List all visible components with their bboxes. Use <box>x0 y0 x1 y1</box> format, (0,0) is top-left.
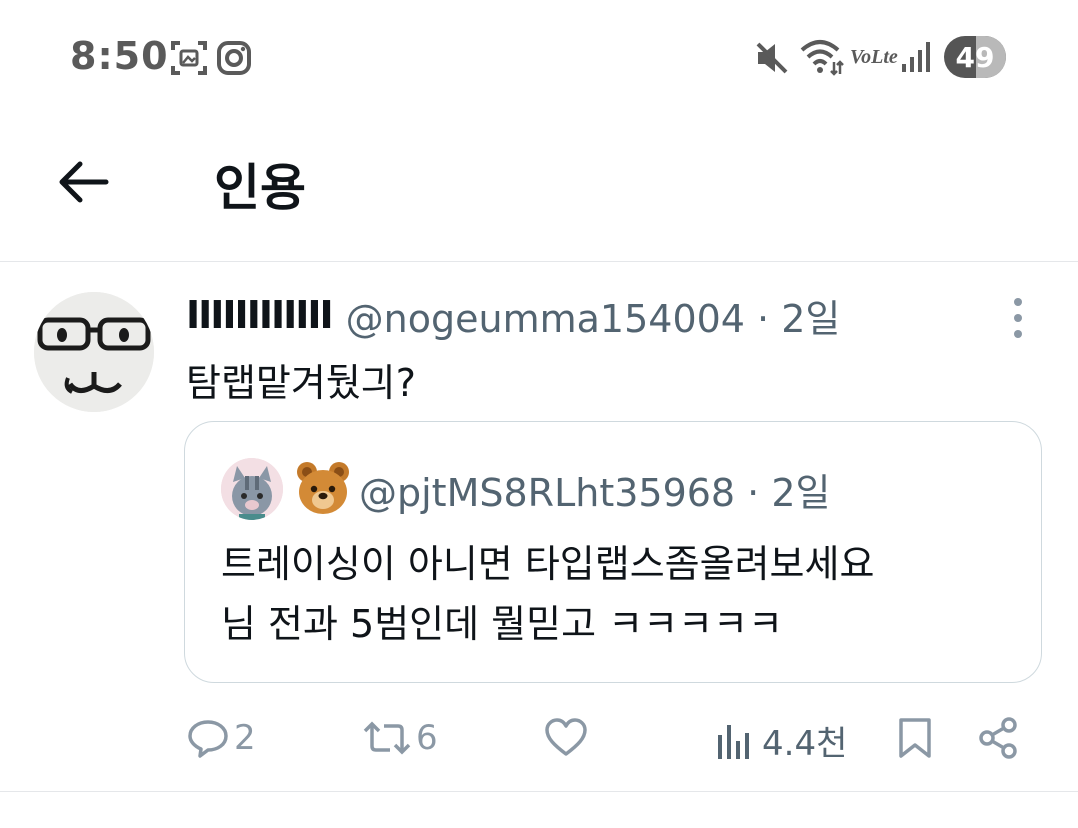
display-name[interactable]: IIIIIIIIIIII <box>186 293 334 337</box>
instagram-icon <box>217 41 251 75</box>
quoted-text-line-1: 트레이싱이 아니면 타입랩스좀올려보세요 <box>221 542 875 586</box>
more-vertical-icon <box>1014 298 1022 338</box>
bookmark-button[interactable] <box>896 716 934 760</box>
retweet-button[interactable]: 6 <box>362 716 438 760</box>
retweet-icon <box>363 721 411 755</box>
quoted-handle-and-time[interactable]: @pjtMS8RLht35968 · 2일 <box>359 462 830 517</box>
tweet-meta: IIIIIIIIIIII @nogeumma154004 · 2일 <box>186 288 841 343</box>
avatar[interactable] <box>34 292 154 412</box>
page-header: 인용 <box>0 118 1078 262</box>
quoted-avatar-image <box>221 458 283 520</box>
quoted-text-line-2: 님 전과 5범인데 뭘믿고 ㅋㅋㅋㅋㅋ <box>221 602 783 646</box>
battery-indicator: 49 <box>944 36 1006 78</box>
mute-icon <box>756 42 788 74</box>
more-options-button[interactable] <box>1004 296 1032 340</box>
tweet[interactable]: IIIIIIIIIIII @nogeumma154004 · 2일 탐랩맡겨뒀긔… <box>0 262 1078 792</box>
views-button[interactable]: 4.4천 <box>716 716 847 765</box>
battery-level: 49 <box>955 40 995 74</box>
page-title: 인용 <box>214 159 306 217</box>
volte-icon: VoLte <box>850 46 898 68</box>
back-button[interactable] <box>52 152 112 212</box>
quoted-avatar[interactable] <box>221 458 283 520</box>
handle-and-time[interactable]: @nogeumma154004 · 2일 <box>346 288 841 343</box>
views-icon <box>718 724 749 759</box>
reply-icon <box>188 720 228 758</box>
reply-count: 2 <box>234 718 256 758</box>
wifi-icon <box>800 40 844 76</box>
views-count: 4.4천 <box>762 724 848 764</box>
status-bar: 8:50 VoLte 49 <box>0 0 1078 118</box>
heart-icon <box>545 718 587 756</box>
tweet-text: 탐랩맡겨뒀긔? <box>186 361 416 405</box>
arrow-left-icon <box>59 161 109 203</box>
bear-icon <box>297 462 349 514</box>
avatar-image <box>34 292 154 412</box>
bear-emoji <box>295 460 351 516</box>
share-icon <box>979 717 1017 759</box>
share-button[interactable] <box>976 716 1020 760</box>
bookmark-icon <box>899 718 931 758</box>
screenshot-icon <box>171 41 207 75</box>
signal-icon <box>902 42 930 72</box>
like-button[interactable] <box>544 716 592 760</box>
tweet-actions: 2 6 4.4천 <box>0 710 1078 770</box>
status-time: 8:50 <box>70 34 169 78</box>
retweet-count: 6 <box>416 718 438 758</box>
quoted-tweet[interactable]: @pjtMS8RLht35968 · 2일 트레이싱이 아니면 타입랩스좀올려보… <box>184 421 1042 683</box>
quoted-text: 트레이싱이 아니면 타입랩스좀올려보세요 님 전과 5범인데 뭘믿고 ㅋㅋㅋㅋㅋ <box>221 534 1021 654</box>
reply-button[interactable]: 2 <box>186 716 256 760</box>
